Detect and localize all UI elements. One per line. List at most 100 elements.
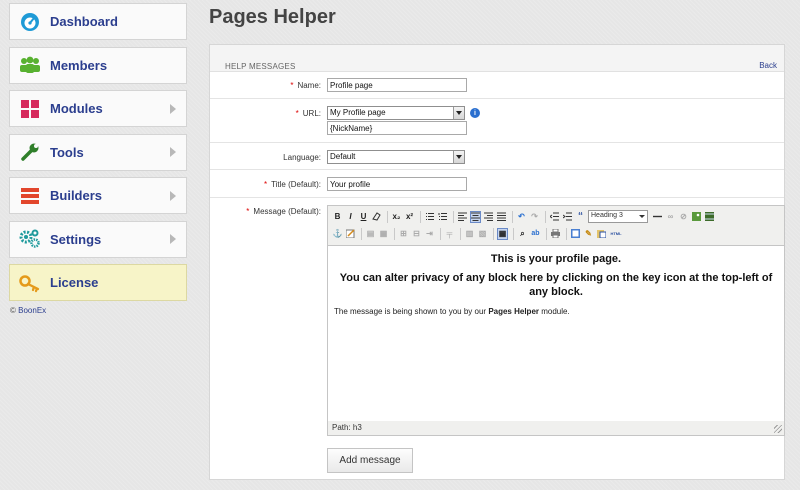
editor-toolbar: B I U x₂ x² ↶ ↷ “ Heading 3 ∞ ⊘ ⚓ ▤ ▦ ⊞ … xyxy=(328,206,784,246)
panel-header: HELP MESSAGES Back xyxy=(210,45,784,72)
bullet-list-icon[interactable] xyxy=(424,211,435,223)
sidebar-item-label: Members xyxy=(50,57,108,73)
indent-icon[interactable] xyxy=(562,211,573,223)
sidebar-item-members[interactable]: Members xyxy=(9,46,187,84)
replace-icon[interactable]: ab xyxy=(530,228,541,240)
page-title: Pages Helper xyxy=(209,6,336,28)
sidebar-item-label: Settings xyxy=(50,231,102,247)
title-label: * Title (Default): xyxy=(263,180,321,189)
superscript-button[interactable]: x² xyxy=(404,211,415,223)
sidebar-item-tools[interactable]: Tools xyxy=(9,133,187,171)
insert-row-icon[interactable]: ⊞ xyxy=(398,228,409,240)
url-row: * URL: My Profile page i xyxy=(210,99,784,143)
members-icon xyxy=(19,54,41,76)
table-icon[interactable]: ▦ xyxy=(497,227,508,240)
horizontal-rule-icon[interactable] xyxy=(652,211,663,223)
dashboard-gauge-icon xyxy=(19,11,41,33)
language-row: Language: Default xyxy=(210,143,784,170)
subscript-button[interactable]: x₂ xyxy=(391,211,402,223)
chevron-right-icon xyxy=(170,147,176,157)
chevron-right-icon xyxy=(170,234,176,244)
resize-handle-icon[interactable] xyxy=(774,425,782,433)
modules-grid-icon xyxy=(19,98,41,120)
sidebar-item-dashboard[interactable]: Dashboard xyxy=(9,3,187,40)
table-cell-icon[interactable]: ▦ xyxy=(378,228,389,240)
image-icon[interactable] xyxy=(691,211,702,223)
chevron-right-icon xyxy=(170,103,176,114)
back-link[interactable]: Back xyxy=(759,61,777,70)
media-icon[interactable] xyxy=(704,211,715,223)
anchor-icon[interactable]: ⚓ xyxy=(332,228,343,240)
editor-statusbar: Path: h3 xyxy=(328,421,784,435)
chevron-down-icon xyxy=(453,151,464,163)
paste-word-icon[interactable] xyxy=(596,228,607,240)
blockquote-button[interactable]: “ xyxy=(575,211,586,223)
link-icon[interactable]: ∞ xyxy=(665,211,676,223)
add-message-button[interactable]: Add message xyxy=(327,448,413,473)
html-button[interactable]: HTML xyxy=(609,228,623,240)
key-icon xyxy=(19,272,41,294)
split-icon[interactable]: ⇥ xyxy=(424,228,435,240)
merge-icon[interactable]: ╤ xyxy=(444,228,455,240)
boonex-link[interactable]: BoonEx xyxy=(18,306,46,315)
edit-source-icon[interactable] xyxy=(345,228,356,240)
outdent-icon[interactable] xyxy=(549,211,560,223)
name-label: * Name: xyxy=(290,81,321,90)
sidebar-item-modules[interactable]: Modules xyxy=(9,90,187,127)
chevron-right-icon xyxy=(170,190,176,201)
name-input[interactable] xyxy=(327,78,467,92)
gears-icon xyxy=(19,228,41,250)
sidebar-item-label: License xyxy=(50,275,99,290)
language-select-value: Default xyxy=(330,152,356,161)
align-right-icon[interactable] xyxy=(483,211,494,223)
cleanup-icon[interactable]: ✎ xyxy=(583,228,594,240)
name-row: * Name: xyxy=(210,72,784,99)
table-row-icon[interactable]: ▤ xyxy=(365,228,376,240)
align-center-icon[interactable] xyxy=(470,210,481,223)
editor-paragraph: The message is being shown to you by our… xyxy=(334,307,570,316)
sidebar: Dashboard Members Modules Tools Builders… xyxy=(9,3,187,308)
editor-heading-1: This is your profile page. xyxy=(490,253,622,265)
bold-button[interactable]: B xyxy=(332,211,343,223)
panel-title: HELP MESSAGES xyxy=(225,62,296,71)
sidebar-item-label: Tools xyxy=(50,144,84,160)
cell-props-icon[interactable]: ▧ xyxy=(477,228,488,240)
chevron-down-icon xyxy=(453,107,464,119)
redo-icon[interactable]: ↷ xyxy=(529,211,540,223)
underline-button[interactable]: U xyxy=(358,211,369,223)
editor-content[interactable]: This is your profile page. You can alter… xyxy=(328,246,784,421)
align-left-icon[interactable] xyxy=(457,211,468,223)
info-icon[interactable]: i xyxy=(470,108,480,118)
copyright: © BoonEx xyxy=(10,306,46,315)
undo-icon[interactable]: ↶ xyxy=(516,211,527,223)
editor-path: Path: h3 xyxy=(332,423,362,432)
title-input[interactable] xyxy=(327,177,467,191)
italic-button[interactable]: I xyxy=(345,211,356,223)
fullscreen-icon[interactable] xyxy=(570,228,581,240)
delete-row-icon[interactable]: ⊟ xyxy=(411,228,422,240)
sidebar-item-builders[interactable]: Builders xyxy=(9,177,187,214)
sidebar-item-label: Modules xyxy=(50,101,103,116)
help-messages-panel: HELP MESSAGES Back *Name: *URL: My Profi… xyxy=(209,44,785,480)
message-label: * Message (Default): xyxy=(246,207,321,216)
language-label: Language: xyxy=(283,153,321,162)
sidebar-item-settings[interactable]: Settings xyxy=(9,220,187,258)
align-justify-icon[interactable] xyxy=(496,211,507,223)
wrench-icon xyxy=(19,141,41,163)
builders-bars-icon xyxy=(19,185,41,207)
url-params-input[interactable] xyxy=(327,121,467,135)
sidebar-item-label: Dashboard xyxy=(50,14,118,29)
url-label: * URL: xyxy=(295,109,321,118)
find-icon[interactable]: ⌕ xyxy=(517,228,528,240)
language-select[interactable]: Default xyxy=(327,150,465,164)
sidebar-item-label: Builders xyxy=(50,188,103,203)
editor-bold-text: Pages Helper xyxy=(488,307,540,316)
unlink-icon[interactable]: ⊘ xyxy=(678,211,689,223)
print-icon[interactable] xyxy=(550,228,561,240)
eraser-icon[interactable] xyxy=(371,211,382,223)
block-format-select[interactable]: Heading 3 xyxy=(588,210,648,223)
url-select[interactable]: My Profile page xyxy=(327,106,465,120)
sidebar-item-license[interactable]: License xyxy=(9,264,187,301)
numbered-list-icon[interactable] xyxy=(437,211,448,223)
table-props-icon[interactable]: ▥ xyxy=(464,228,475,240)
